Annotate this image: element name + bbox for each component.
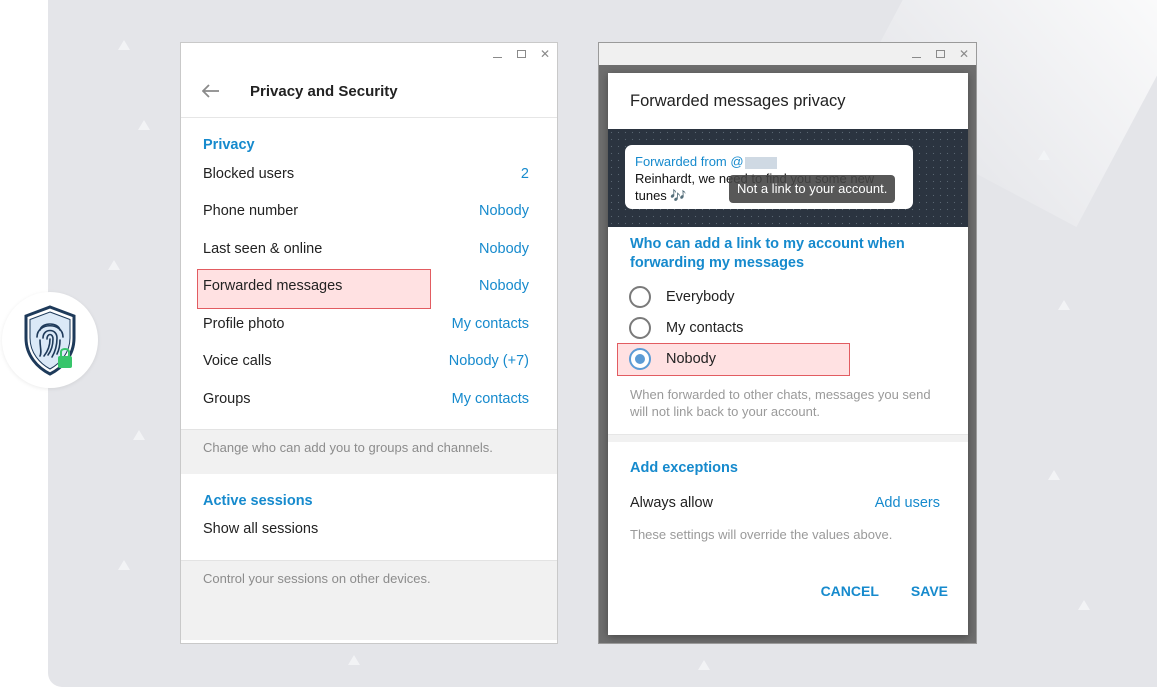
cancel-button[interactable]: CANCEL — [821, 583, 879, 599]
option-my-contacts[interactable]: My contacts — [608, 312, 968, 343]
always-allow-label: Always allow — [630, 494, 713, 511]
maximize-icon — [516, 50, 526, 58]
triangle-decoration — [1058, 300, 1070, 310]
option-label: My contacts — [666, 319, 744, 336]
forwarded-from-label: Forwarded from @ — [635, 154, 744, 169]
option-label: Nobody — [666, 350, 716, 367]
row-value: Nobody — [479, 240, 529, 257]
triangle-decoration — [1038, 150, 1050, 160]
sessions-section-title: Active sessions — [203, 492, 313, 509]
row-value: Nobody (+7) — [448, 353, 529, 370]
row-label: Last seen & online — [203, 240, 323, 257]
message-preview: Forwarded from @ Reinhardt, we need to f… — [608, 129, 968, 227]
sessions-note: Control your sessions on other devices. — [181, 560, 557, 640]
option-nobody[interactable]: Nobody — [608, 343, 968, 376]
show-all-sessions-row[interactable]: Show all sessions — [203, 511, 529, 549]
settings-window: ✕ Privacy and Security Privacy Blocked u… — [180, 42, 558, 644]
security-badge — [2, 292, 98, 388]
maximize-button[interactable] — [515, 48, 527, 60]
section-divider — [608, 434, 968, 442]
privacy-section-title: Privacy — [203, 137, 255, 153]
page-title: Privacy and Security — [250, 82, 398, 100]
row-label: Show all sessions — [203, 521, 319, 538]
link-tooltip: Not a link to your account. — [729, 175, 896, 203]
redacted-username — [744, 156, 777, 169]
triangle-decoration — [698, 660, 710, 670]
maximize-icon — [935, 50, 945, 58]
row-label: Forwarded messages — [203, 278, 343, 295]
override-hint: These settings will override the values … — [630, 527, 893, 542]
settings-row-last-seen[interactable]: Last seen & online Nobody — [203, 230, 529, 268]
option-everybody[interactable]: Everybody — [608, 281, 968, 312]
row-value: My contacts — [451, 390, 529, 407]
row-value: Nobody — [479, 203, 529, 220]
window-titlebar: ✕ — [181, 43, 557, 65]
settings-row-phone-number[interactable]: Phone number Nobody — [203, 193, 529, 231]
row-label: Voice calls — [203, 353, 272, 370]
minimize-icon — [911, 57, 921, 58]
radio-button[interactable] — [629, 316, 651, 339]
row-label: Profile photo — [203, 315, 285, 332]
close-icon: ✕ — [958, 47, 970, 61]
always-allow-row[interactable]: Always allow Add users — [608, 486, 968, 519]
triangle-decoration — [138, 120, 150, 130]
settings-row-groups[interactable]: Groups My contacts — [203, 380, 529, 418]
forwarded-privacy-dialog: Forwarded messages privacy Forwarded fro… — [608, 73, 968, 635]
row-label: Blocked users — [203, 165, 295, 182]
triangle-decoration — [118, 40, 130, 50]
dialog-window: ✕ Forwarded messages privacy Forwarded f… — [598, 42, 977, 644]
close-icon: ✕ — [539, 47, 551, 61]
back-button[interactable] — [181, 65, 241, 117]
add-users-link[interactable]: Add users — [875, 495, 940, 511]
page-header: Privacy and Security — [181, 65, 557, 118]
triangle-decoration — [118, 560, 130, 570]
row-label: Groups — [203, 390, 251, 407]
row-value: My contacts — [451, 315, 529, 332]
close-button[interactable]: ✕ — [539, 48, 551, 60]
settings-row-forwarded-messages[interactable]: Forwarded messages Nobody — [197, 268, 529, 308]
sessions-section: Active sessions Show all sessions — [181, 474, 557, 549]
minimize-icon — [492, 57, 502, 58]
close-button[interactable]: ✕ — [958, 48, 970, 60]
forwarding-hint: When forwarded to other chats, messages … — [630, 387, 931, 419]
triangle-decoration — [348, 655, 360, 665]
who-can-link-heading: Who can add a link to my account when fo… — [630, 236, 905, 271]
arrow-left-icon — [202, 84, 219, 98]
dialog-actions: CANCEL SAVE — [608, 567, 968, 599]
settings-row-voice-calls[interactable]: Voice calls Nobody (+7) — [203, 343, 529, 381]
exceptions-title: Add exceptions — [630, 460, 738, 476]
triangle-decoration — [108, 260, 120, 270]
dialog-title: Forwarded messages privacy — [630, 92, 846, 110]
minimize-button[interactable] — [491, 48, 503, 60]
settings-row-profile-photo[interactable]: Profile photo My contacts — [203, 305, 529, 343]
triangle-decoration — [1048, 470, 1060, 480]
window-titlebar: ✕ — [599, 43, 976, 65]
option-label: Everybody — [666, 288, 735, 305]
minimize-button[interactable] — [910, 48, 922, 60]
row-value: 2 — [520, 165, 529, 182]
privacy-section: Privacy Blocked users 2 Phone number Nob… — [181, 118, 557, 418]
fingerprint-shield-icon — [24, 305, 76, 376]
row-label: Phone number — [203, 203, 299, 220]
triangle-decoration — [133, 430, 145, 440]
settings-row-blocked-users[interactable]: Blocked users 2 — [203, 155, 529, 193]
radio-button[interactable] — [629, 285, 651, 308]
row-value: Nobody — [479, 278, 529, 295]
save-button[interactable]: SAVE — [911, 583, 948, 599]
maximize-button[interactable] — [934, 48, 946, 60]
radio-button-selected[interactable] — [629, 347, 651, 370]
groups-note: Change who can add you to groups and cha… — [181, 428, 557, 474]
triangle-decoration — [1078, 600, 1090, 610]
